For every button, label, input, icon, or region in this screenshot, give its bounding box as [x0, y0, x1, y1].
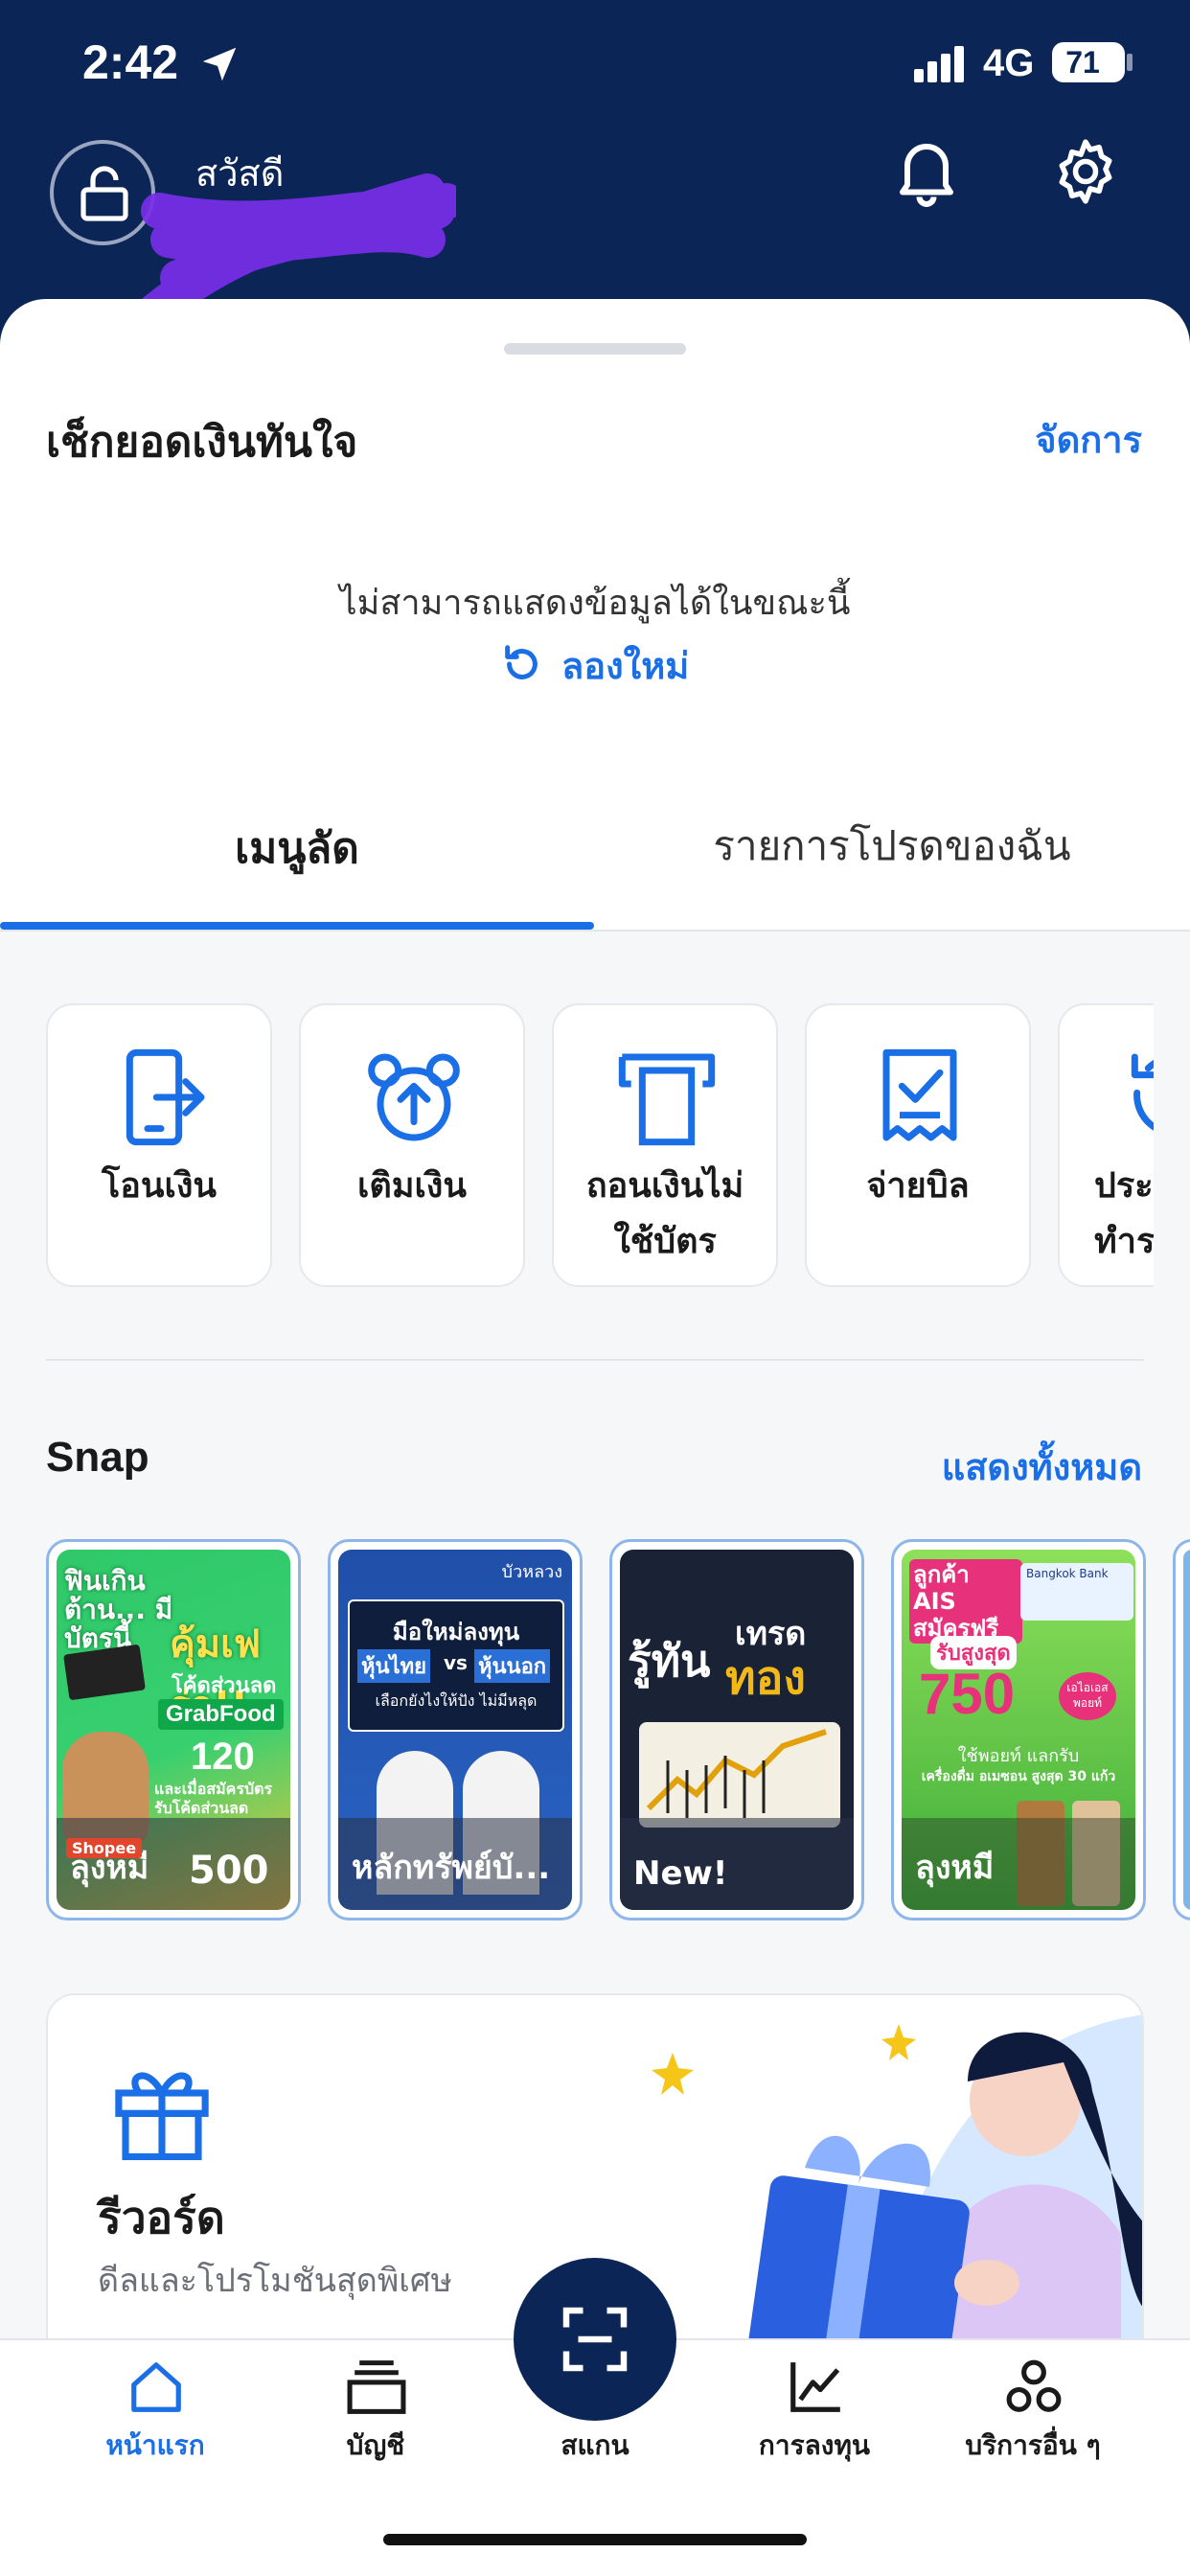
battery-cap [1127, 54, 1133, 71]
snap-promo-text: และเมื่อสมัครบัตร รับโค้ดส่วนลด [154, 1780, 273, 1817]
snap-promo-text: เครื่องดื่ม อเมซอน สูงสุด 30 แก้ว [921, 1769, 1116, 1784]
nav-label: บริการอื่น ๆ [965, 2429, 1101, 2461]
cellular-signal-icon [914, 46, 964, 82]
snap-card-image: ลูกค้า AIS สมัครฟรี Bangkok Bank รับสูงส… [902, 1550, 1135, 1910]
snap-promo-text: โค้ดส่วนลด [172, 1674, 277, 1698]
snap-card-caption-bar: New! [620, 1818, 854, 1910]
gift-icon [115, 2072, 209, 2161]
tab-my-favorites[interactable]: รายการโปรดของฉัน [594, 815, 1190, 878]
snap-card-image [1183, 1550, 1190, 1910]
scan-icon [562, 2307, 628, 2372]
shopee-logo-text: Shopee [66, 1838, 143, 1858]
snap-card-image: รู้ทัน เทรด ทอง New! [620, 1550, 854, 1910]
quick-menu-label: โอนเงิน [101, 1166, 217, 1206]
snap-promo-text: ทอง [725, 1651, 806, 1705]
nav-scan-button[interactable] [514, 2258, 676, 2421]
snap-promo-amount: 120 [191, 1736, 255, 1778]
home-indicator [383, 2534, 807, 2545]
snap-card-caption-bar: ลุงหมี Shopee 500 [57, 1818, 290, 1910]
gold-chart-illustration [639, 1722, 840, 1828]
snap-promo-text: ลูกค้า AIS สมัครฟรี [909, 1559, 1022, 1644]
snap-title: Snap [46, 1434, 149, 1481]
snap-card-partial[interactable] [1173, 1539, 1190, 1920]
snap-promo-text: vs [444, 1651, 468, 1674]
status-time: 2:42 [82, 35, 179, 89]
snap-card[interactable]: บัวหลวง มือใหม่ลงทุน หุ้นไทย vs หุ้นนอก … [328, 1539, 583, 1920]
nav-label: หน้าแรก [105, 2429, 205, 2461]
snap-promo-text: มือใหม่ลงทุน [392, 1619, 520, 1645]
ais-points-badge: เอไอเอส พอยท์ [1059, 1672, 1116, 1720]
unlock-icon [80, 166, 128, 221]
bill-payment-icon [882, 1048, 957, 1141]
bank-card-logo-text: Bangkok Bank [1026, 1567, 1109, 1580]
manage-button[interactable]: จัดการ [1035, 410, 1142, 469]
snap-promo-text: ใช้พอยท์ แลกรับ [957, 1746, 1080, 1766]
snap-card-caption: ลุงหมี [915, 1849, 995, 1887]
battery-icon: 71 [1052, 42, 1125, 82]
snap-promo-amount: 500 [189, 1849, 269, 1893]
quick-menu-label: เติมเงิน [357, 1166, 467, 1206]
tab-quick-menu[interactable]: เมนูลัด [0, 815, 594, 882]
quick-menu-cardless-withdraw[interactable]: ถอนเงินไม่ ใช้บัตร [552, 1003, 778, 1287]
balance-error-message: ไม่สามารถแสดงข้อมูลได้ในขณะนี้ [339, 584, 851, 623]
snap-card[interactable]: ฟินเกินต้าน... มีบัตรนี้ คุ้มเฟร่อ!! โค้… [46, 1539, 301, 1920]
active-tab-indicator [0, 922, 594, 930]
notification-bell-icon[interactable] [893, 134, 960, 207]
credit-card-image [63, 1644, 146, 1701]
snap-promo-text: หุ้นไทย [357, 1649, 430, 1683]
snap-promo-text: เลือกยังไงให้ปัง ไม่มีหลุด [375, 1691, 538, 1710]
rewards-subtitle: ดีลและโปรโมชันสุดพิเศษ [98, 2262, 452, 2300]
snap-card-caption-bar: หลักทรัพย์บั... [338, 1818, 572, 1910]
bualuang-logo-text: บัวหลวง [501, 1562, 562, 1582]
battery-level: 71 [1065, 45, 1100, 80]
nav-label: การลงทุน [758, 2429, 871, 2461]
cardless-withdraw-icon [618, 1053, 716, 1146]
more-services-icon [1006, 2359, 1062, 2412]
snap-promo-amount: 750 [919, 1662, 1016, 1726]
investment-chart-icon [790, 2362, 840, 2412]
snap-card-image: ฟินเกินต้าน... มีบัตรนี้ คุ้มเฟร่อ!! โค้… [57, 1550, 290, 1910]
settings-gear-icon[interactable] [1050, 136, 1121, 207]
transfer-icon [126, 1048, 205, 1146]
quick-menu-label: ถอนเงินไม่ ใช้บัตร [585, 1166, 744, 1261]
balance-section-title: เช็กยอดเงินทันใจ [46, 418, 358, 467]
grabfood-logo-text: GrabFood [158, 1699, 284, 1730]
snap-promo-text: รู้ทัน [628, 1635, 711, 1687]
quick-menu-transfer[interactable]: โอนเงิน [46, 1003, 272, 1287]
snap-headline-box: มือใหม่ลงทุน หุ้นไทย vs หุ้นนอก เลือกยัง… [348, 1599, 564, 1732]
top-up-icon [368, 1053, 460, 1141]
quick-menu-label: จ่ายบิล [866, 1166, 970, 1206]
snap-card-caption-bar: ลุงหมี [902, 1818, 1135, 1910]
bank-card-image: Bangkok Bank [1020, 1563, 1133, 1621]
snap-show-all-button[interactable]: แสดงทั้งหมด [942, 1438, 1142, 1496]
accounts-icon [347, 2360, 406, 2414]
network-type: 4G [983, 42, 1035, 84]
tile-clip-cover [1154, 997, 1190, 1294]
location-arrow-icon [202, 47, 237, 81]
snap-card-caption: New! [633, 1854, 728, 1893]
section-divider [46, 1359, 1144, 1361]
rewards-title: รีวอร์ด [98, 2192, 225, 2243]
home-icon [131, 2362, 181, 2412]
drag-handle[interactable] [504, 343, 686, 355]
nav-label: สแกน [561, 2429, 629, 2461]
snap-card[interactable]: รู้ทัน เทรด ทอง New! [609, 1539, 864, 1920]
quick-menu-top-up[interactable]: เติมเงิน [299, 1003, 525, 1287]
quick-menu-bill-payment[interactable]: จ่ายบิล [805, 1003, 1031, 1287]
nav-label: บัญชี [346, 2429, 405, 2461]
snap-card-caption: หลักทรัพย์บั... [352, 1849, 551, 1887]
retry-icon [505, 645, 538, 679]
retry-label: ลองใหม่ [561, 645, 690, 687]
snap-promo-text: หุ้นนอก [474, 1649, 551, 1683]
snap-card-image: บัวหลวง มือใหม่ลงทุน หุ้นไทย vs หุ้นนอก … [338, 1550, 572, 1910]
snap-card[interactable]: ลูกค้า AIS สมัครฟรี Bangkok Bank รับสูงส… [891, 1539, 1146, 1920]
